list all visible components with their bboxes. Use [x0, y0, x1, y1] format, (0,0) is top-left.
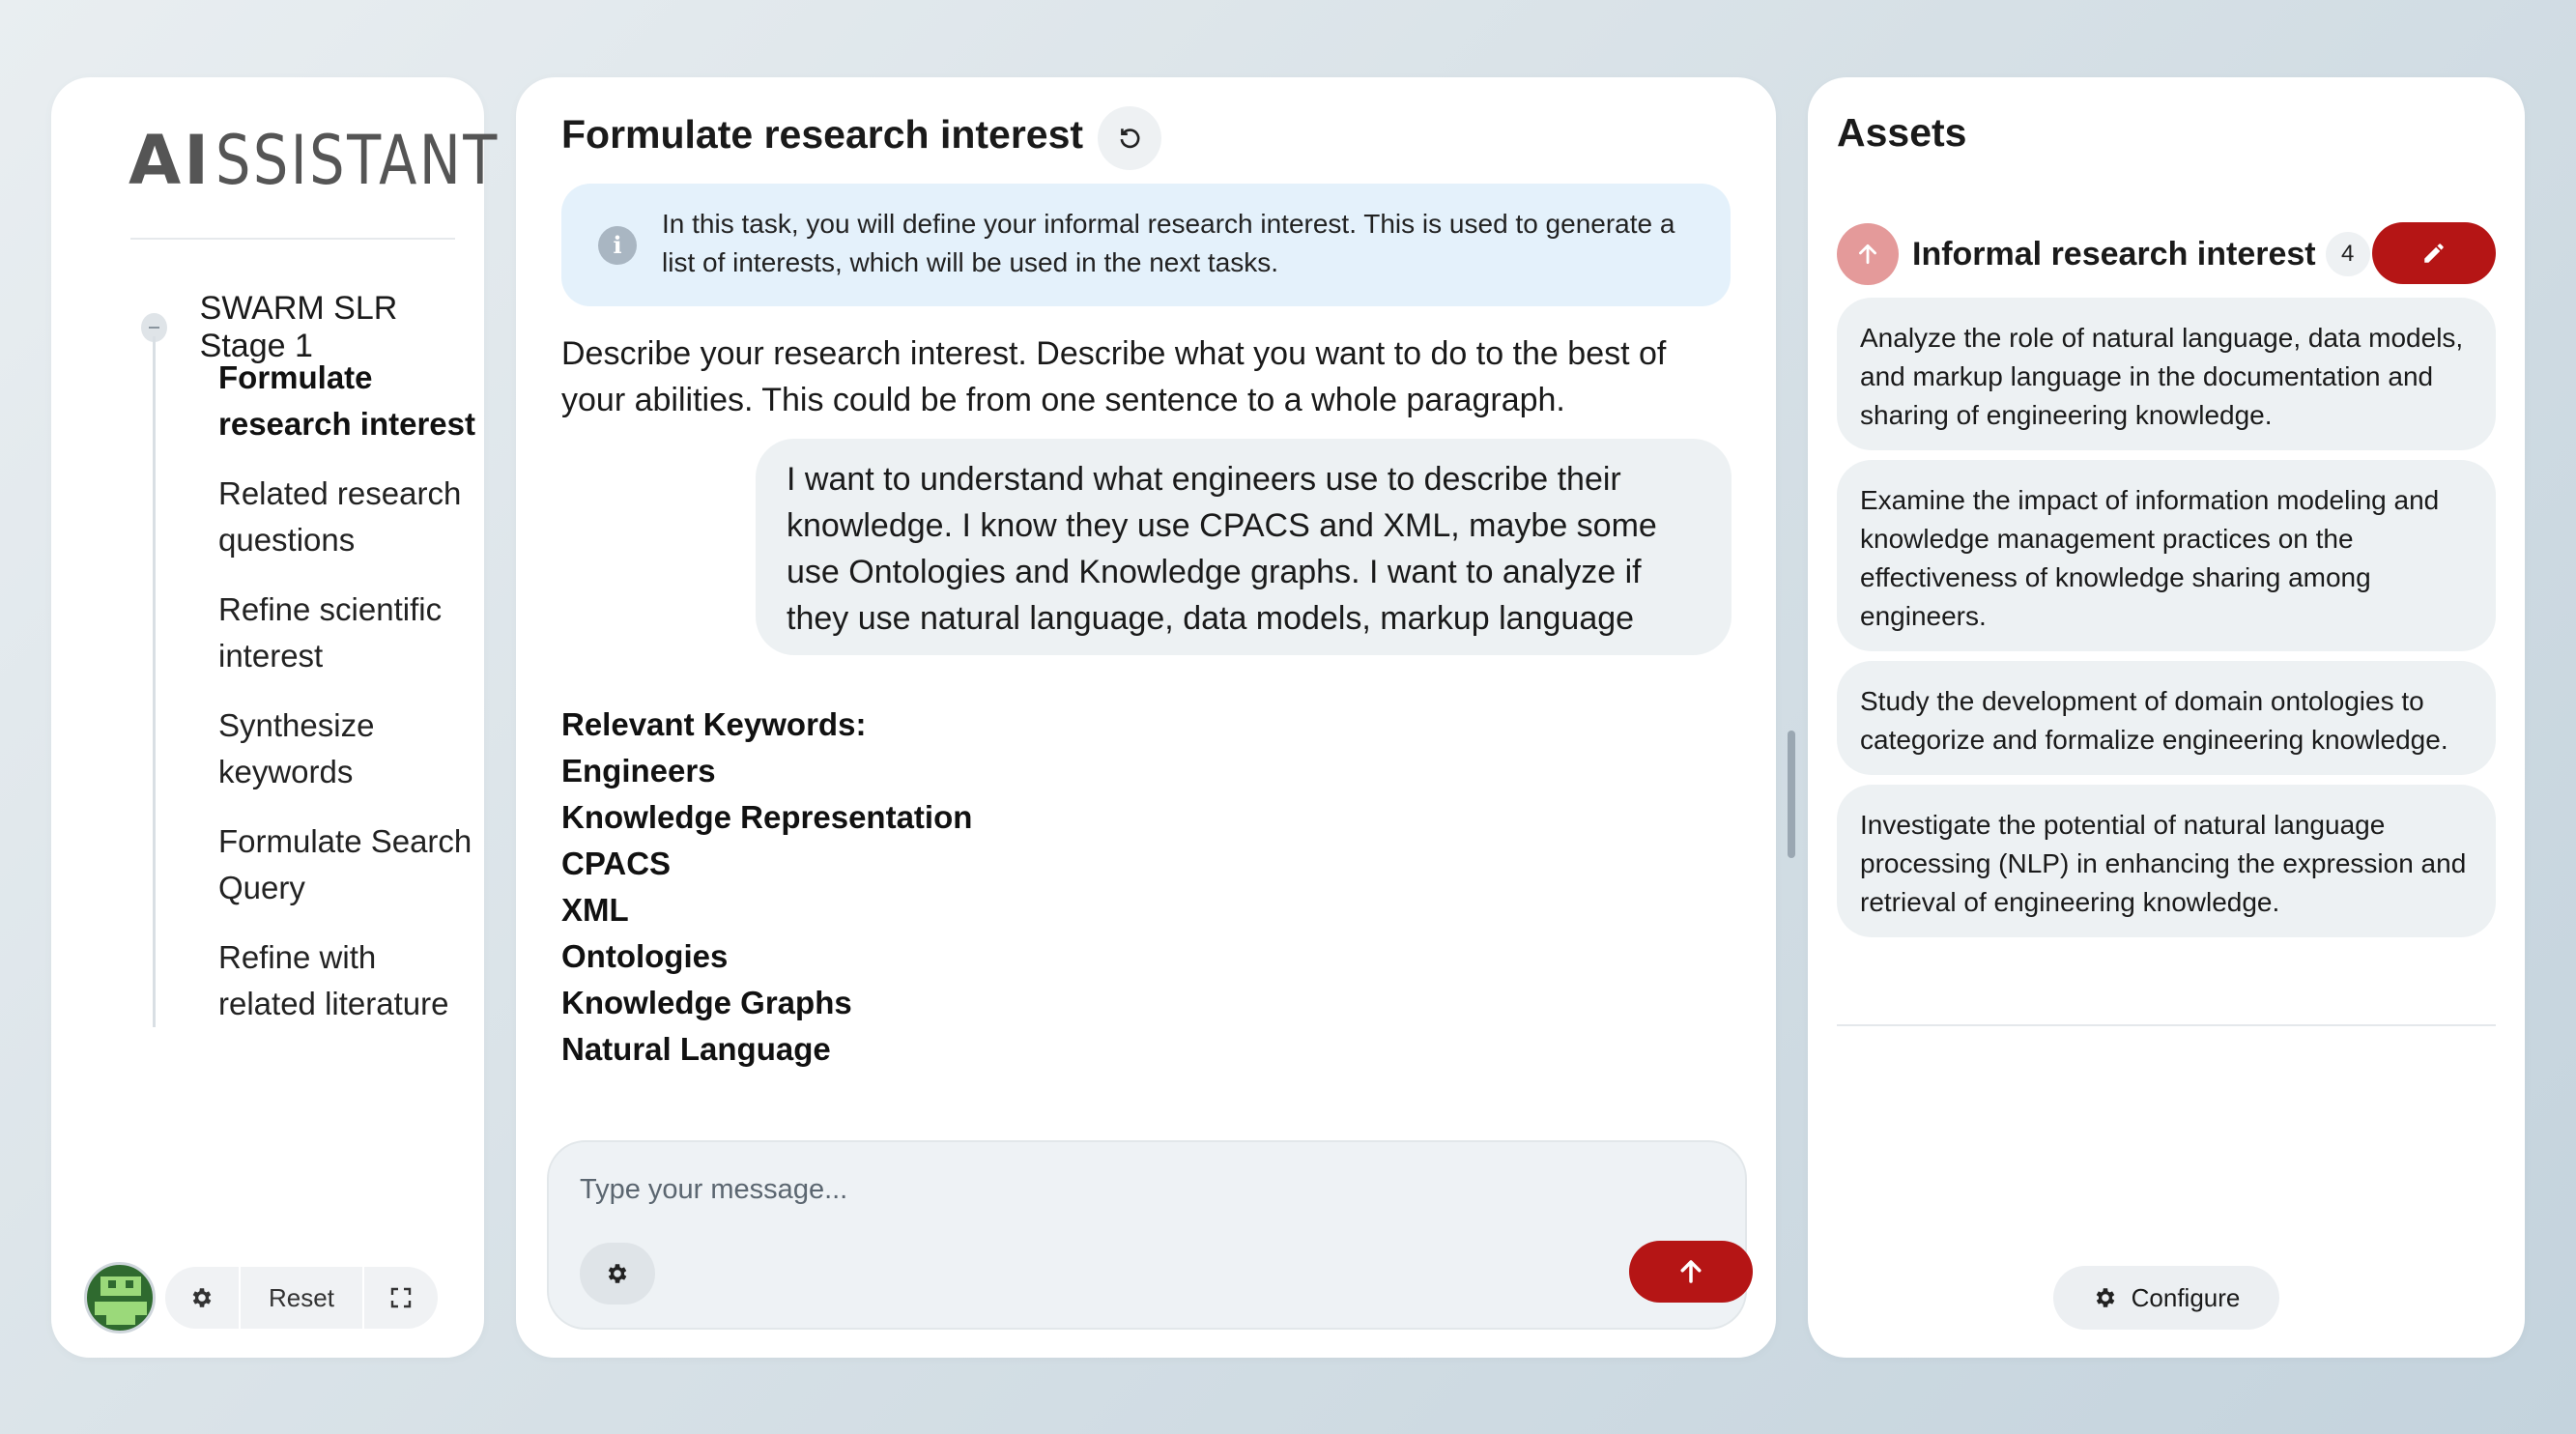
message-input[interactable]: [580, 1165, 1691, 1214]
step-list: Formulate research interest Related rese…: [218, 355, 479, 1050]
composer-settings-button[interactable]: [580, 1243, 655, 1305]
asset-item[interactable]: Examine the impact of information modeli…: [1837, 460, 2496, 651]
reset-button[interactable]: Reset: [239, 1267, 364, 1329]
sidebar-toolbar: Reset: [165, 1267, 438, 1329]
refresh-icon: [1120, 129, 1140, 149]
scrollbar-thumb[interactable]: [1788, 731, 1795, 858]
step-refine-scientific-interest[interactable]: Refine scientific interest: [218, 587, 479, 679]
assets-divider: [1837, 1024, 2496, 1026]
configure-button[interactable]: Configure: [2053, 1266, 2279, 1330]
arrow-up-icon: [1859, 244, 1876, 265]
sidebar-footer: Reset: [84, 1262, 438, 1334]
fullscreen-button[interactable]: [364, 1267, 438, 1329]
expand-icon: [390, 1287, 412, 1308]
avatar[interactable]: [84, 1262, 156, 1334]
asset-item[interactable]: Analyze the role of natural language, da…: [1837, 298, 2496, 450]
asset-group-header: Informal research interest 4: [1837, 222, 2496, 286]
page-title: Formulate research interest: [561, 112, 1084, 157]
step-refine-with-related-literature[interactable]: Refine with related literature: [218, 934, 479, 1027]
step-synthesize-keywords[interactable]: Synthesize keywords: [218, 703, 479, 795]
stage-timeline: [153, 336, 156, 1027]
gear-icon: [2096, 1288, 2114, 1307]
arrow-up-icon: [1680, 1260, 1702, 1283]
keyword-item: XML: [561, 892, 629, 928]
asset-item[interactable]: Investigate the potential of natural lan…: [1837, 785, 2496, 937]
keyword-item: Knowledge Graphs: [561, 985, 852, 1020]
keyword-item: CPACS: [561, 846, 672, 881]
assets-panel: Assets Informal research interest 4 Anal…: [1808, 77, 2525, 1358]
assets-title: Assets: [1837, 110, 1967, 155]
asset-count-badge: 4: [2325, 232, 2370, 276]
step-formulate-research-interest[interactable]: Formulate research interest: [218, 355, 479, 447]
info-text: In this task, you will define your infor…: [662, 209, 1675, 277]
workflow-sidebar: AI SSISTANT SWARM SLR Stage 1 Formulate r…: [51, 77, 498, 1358]
keyword-item: Knowledge Representation: [561, 799, 973, 835]
app-logo: AI SSISTANT: [129, 121, 501, 200]
step-related-research-questions[interactable]: Related research questions: [218, 471, 479, 563]
keywords-heading: Relevant Keywords:: [561, 706, 867, 742]
keyword-item: Natural Language: [561, 1031, 831, 1067]
asset-list: Analyze the role of natural language, da…: [1837, 298, 2496, 947]
task-prompt: Describe your research interest. Describ…: [561, 335, 1667, 418]
sidebar-divider: [130, 238, 455, 240]
refresh-button[interactable]: [1098, 106, 1161, 170]
step-formulate-search-query[interactable]: Formulate Search Query: [218, 818, 479, 911]
message-composer: [547, 1140, 1753, 1330]
gear-icon: [192, 1288, 212, 1307]
info-banner: i In this task, you will define your inf…: [561, 184, 1731, 306]
user-message: I want to understand what engineers use …: [756, 439, 1732, 655]
settings-button[interactable]: [165, 1267, 239, 1329]
keywords-block: Relevant Keywords: Engineers Knowledge R…: [561, 702, 972, 1073]
send-button[interactable]: [1629, 1241, 1753, 1303]
pencil-icon: [2424, 244, 2444, 263]
asset-item[interactable]: Study the development of domain ontologi…: [1837, 661, 2496, 775]
keyword-item: Engineers: [561, 753, 716, 789]
asset-group-name: Informal research interest: [1912, 235, 2316, 272]
info-icon: i: [598, 226, 637, 265]
task-panel: Formulate research interest i In this ta…: [516, 77, 1776, 1358]
gear-icon: [608, 1264, 627, 1283]
keyword-item: Ontologies: [561, 938, 729, 974]
configure-label: Configure: [2131, 1282, 2241, 1312]
collapse-asset-button[interactable]: [1837, 223, 1899, 285]
edit-button[interactable]: [2372, 222, 2496, 284]
